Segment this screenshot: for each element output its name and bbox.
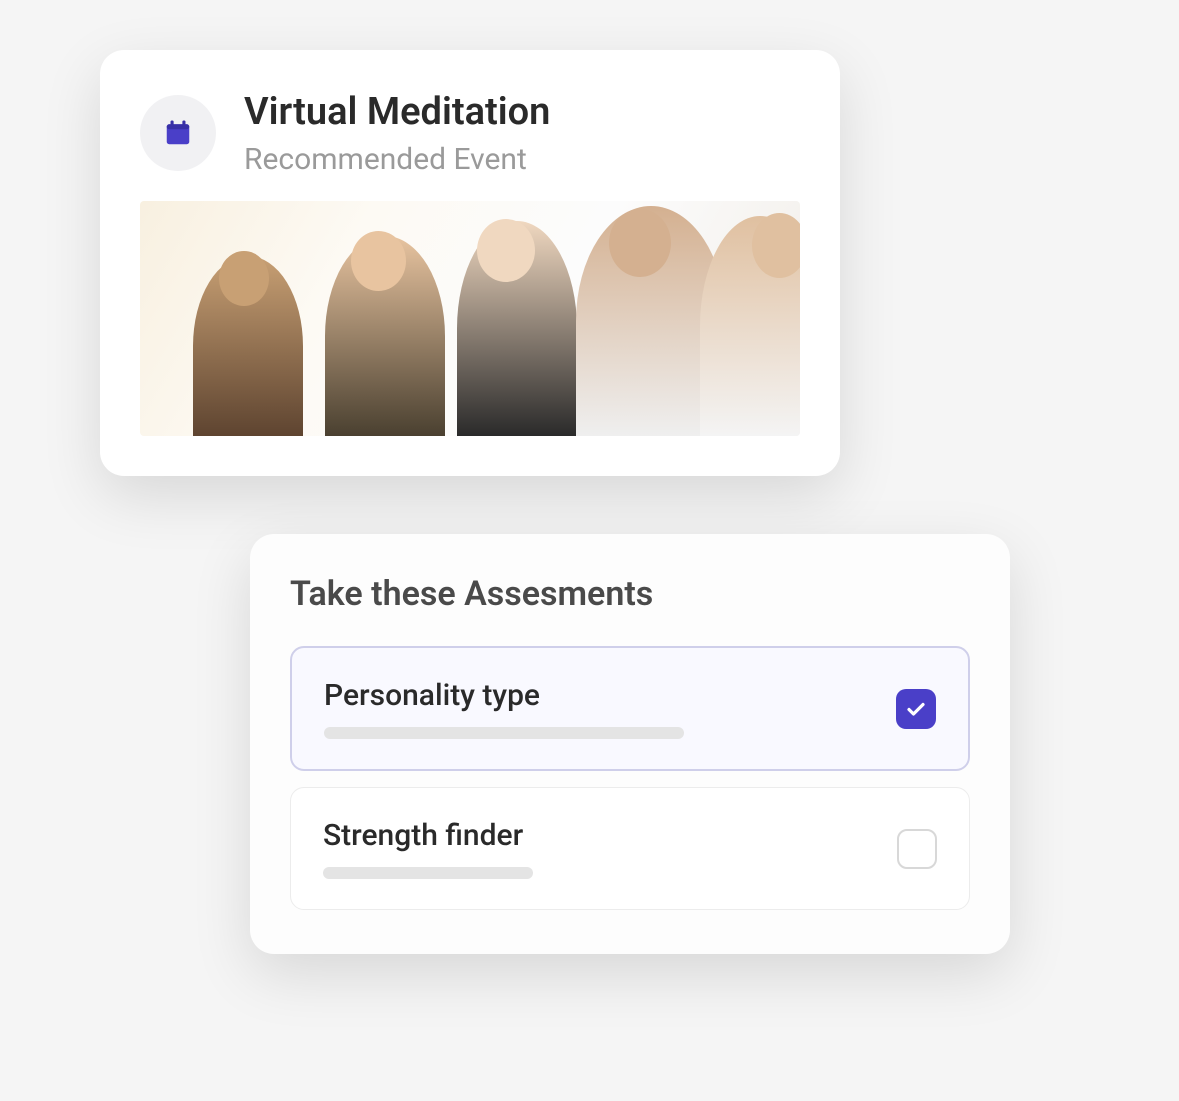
placeholder-bar: [323, 867, 533, 879]
placeholder-bar: [324, 727, 684, 739]
assessment-content: Personality type: [324, 678, 896, 739]
assessment-checkbox[interactable]: [896, 689, 936, 729]
check-icon: [904, 697, 928, 721]
calendar-icon: [140, 95, 216, 171]
event-header: Virtual Meditation Recommended Event: [100, 50, 840, 201]
assessment-content: Strength finder: [323, 818, 897, 879]
assessments-heading: Take these Assesments: [290, 574, 970, 614]
event-subtitle: Recommended Event: [244, 142, 550, 177]
recommended-event-card[interactable]: Virtual Meditation Recommended Event: [100, 50, 840, 476]
assessment-checkbox[interactable]: [897, 829, 937, 869]
assessment-item-strength-finder[interactable]: Strength finder: [290, 787, 970, 910]
assessment-item-personality-type[interactable]: Personality type: [290, 646, 970, 771]
event-image: [140, 201, 800, 436]
assessment-label: Strength finder: [323, 818, 897, 853]
event-text: Virtual Meditation Recommended Event: [244, 90, 550, 177]
assessment-label: Personality type: [324, 678, 896, 713]
assessments-card: Take these Assesments Personality type S…: [250, 534, 1010, 954]
event-title: Virtual Meditation: [244, 90, 550, 136]
